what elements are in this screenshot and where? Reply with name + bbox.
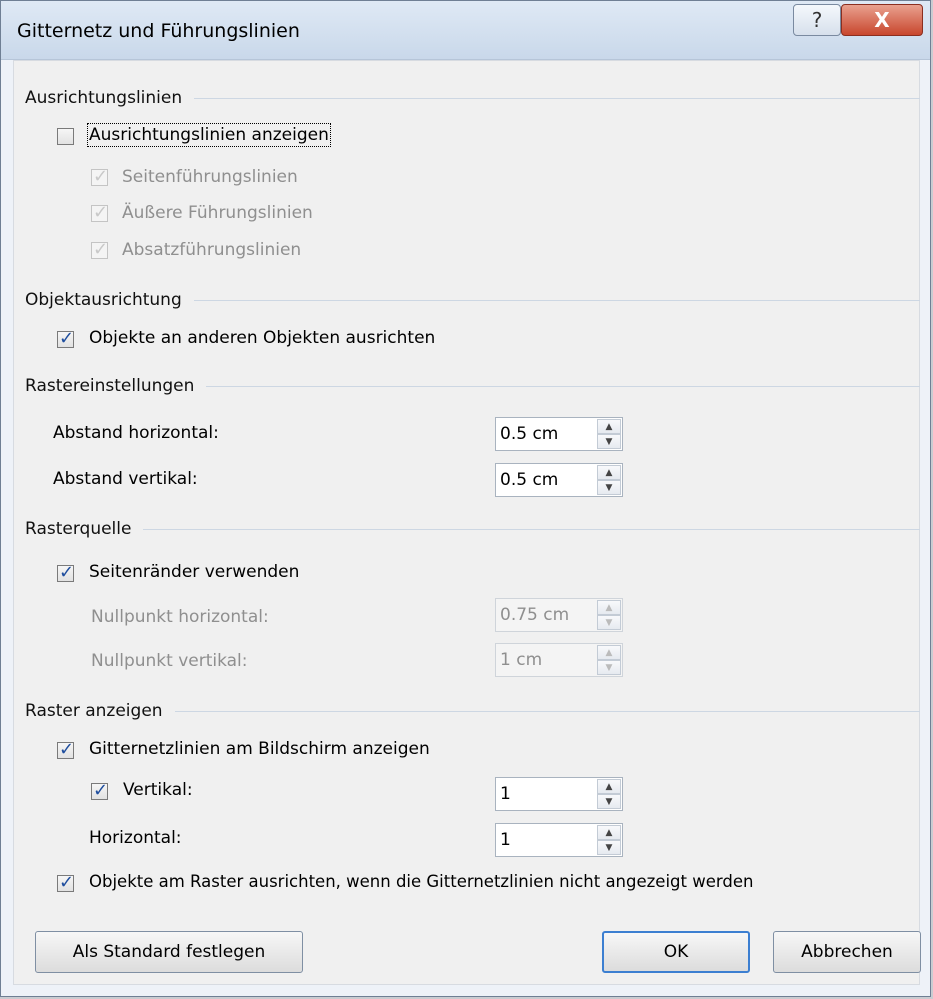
vertical-gridlines-label: Vertikal: <box>123 780 193 800</box>
section-objektausrichtung: Objektausrichtung <box>25 287 920 313</box>
show-guides-checkbox[interactable] <box>57 128 74 145</box>
spin-up-icon[interactable]: ▲ <box>597 645 621 660</box>
origin-vertical-label: Nullpunkt vertikal: <box>91 651 248 671</box>
vertical-gridlines-spinner[interactable]: 1 ▲ ▼ <box>495 777 623 811</box>
section-header: Objektausrichtung <box>25 290 182 310</box>
paragraph-guides-checkbox[interactable] <box>91 239 108 260</box>
use-margins-label: Seitenränder verwenden <box>89 562 300 582</box>
page-guides-label: Seitenführungslinien <box>122 167 298 187</box>
dialog-title: Gitternetz und Führungslinien <box>17 20 300 42</box>
show-gridlines-checkbox[interactable] <box>57 739 74 760</box>
show-gridlines-label: Gitternetzlinien am Bildschirm anzeigen <box>89 739 430 759</box>
spin-up-icon[interactable]: ▲ <box>597 419 621 434</box>
set-default-label: Als Standard festlegen <box>72 942 266 962</box>
spin-up-icon[interactable]: ▲ <box>597 779 621 794</box>
horizontal-gridlines-value: 1 <box>500 830 511 850</box>
align-objects-checkbox[interactable] <box>57 328 74 349</box>
spin-down-icon[interactable]: ▼ <box>597 794 621 809</box>
cancel-button[interactable]: Abbrechen <box>773 931 921 973</box>
section-header: Rastereinstellungen <box>25 376 195 396</box>
origin-horizontal-value: 0.75 cm <box>500 605 570 625</box>
spacing-vertical-value: 0.5 cm <box>500 470 559 490</box>
cancel-label: Abbrechen <box>801 942 893 962</box>
snap-to-grid-label: Objekte am Raster ausrichten, wenn die G… <box>89 872 754 891</box>
section-rasterquelle: Rasterquelle <box>25 516 920 542</box>
page-guides-checkbox[interactable] <box>91 166 108 187</box>
spin-up-icon[interactable]: ▲ <box>597 825 621 840</box>
origin-vertical-spinner[interactable]: 1 cm ▲ ▼ <box>495 643 623 677</box>
origin-horizontal-spinner[interactable]: 0.75 cm ▲ ▼ <box>495 598 623 632</box>
spin-down-icon[interactable]: ▼ <box>597 615 621 630</box>
section-header: Rasterquelle <box>25 519 132 539</box>
spin-down-icon[interactable]: ▼ <box>597 840 621 855</box>
vertical-gridlines-checkbox[interactable] <box>91 780 108 801</box>
horizontal-gridlines-label: Horizontal: <box>89 828 182 848</box>
spacing-vertical-spinner[interactable]: 0.5 cm ▲ ▼ <box>495 463 623 497</box>
vertical-gridlines-value: 1 <box>500 784 511 804</box>
spacing-horizontal-spinner[interactable]: 0.5 cm ▲ ▼ <box>495 417 623 451</box>
outer-guides-label: Äußere Führungslinien <box>122 203 313 223</box>
section-header: Ausrichtungslinien <box>25 88 183 108</box>
section-raster-anzeigen: Raster anzeigen <box>25 698 920 724</box>
help-icon: ? <box>811 8 823 32</box>
snap-to-grid-checkbox[interactable] <box>57 872 74 893</box>
spacing-vertical-label: Abstand vertikal: <box>53 469 198 489</box>
close-icon: X <box>874 8 890 32</box>
set-default-button[interactable]: Als Standard festlegen <box>35 931 303 973</box>
horizontal-gridlines-spinner[interactable]: 1 ▲ ▼ <box>495 823 623 857</box>
close-button[interactable]: X <box>841 4 923 36</box>
spacing-horizontal-label: Abstand horizontal: <box>53 423 219 443</box>
section-rastereinstellungen: Rastereinstellungen <box>25 373 920 399</box>
ok-button[interactable]: OK <box>602 931 750 973</box>
section-ausrichtungslinien: Ausrichtungslinien <box>25 85 920 111</box>
outer-guides-checkbox[interactable] <box>91 202 108 223</box>
spacing-horizontal-value: 0.5 cm <box>500 424 559 444</box>
origin-horizontal-label: Nullpunkt horizontal: <box>91 607 269 627</box>
spin-up-icon[interactable]: ▲ <box>597 600 621 615</box>
ok-label: OK <box>663 942 689 962</box>
origin-vertical-value: 1 cm <box>500 650 543 670</box>
paragraph-guides-label: Absatzführungslinien <box>122 240 302 260</box>
spin-down-icon[interactable]: ▼ <box>597 480 621 495</box>
spin-down-icon[interactable]: ▼ <box>597 660 621 675</box>
dialog-window: Gitternetz und Führungslinien ? X Ausric… <box>0 0 931 997</box>
spin-up-icon[interactable]: ▲ <box>597 465 621 480</box>
section-header: Raster anzeigen <box>25 701 163 721</box>
title-bar: Gitternetz und Führungslinien ? X <box>1 1 930 60</box>
show-guides-label: Ausrichtungslinien anzeigen <box>87 123 331 147</box>
spin-down-icon[interactable]: ▼ <box>597 434 621 449</box>
help-button[interactable]: ? <box>793 4 841 36</box>
use-margins-checkbox[interactable] <box>57 562 74 583</box>
align-objects-label: Objekte an anderen Objekten ausrichten <box>89 328 436 348</box>
